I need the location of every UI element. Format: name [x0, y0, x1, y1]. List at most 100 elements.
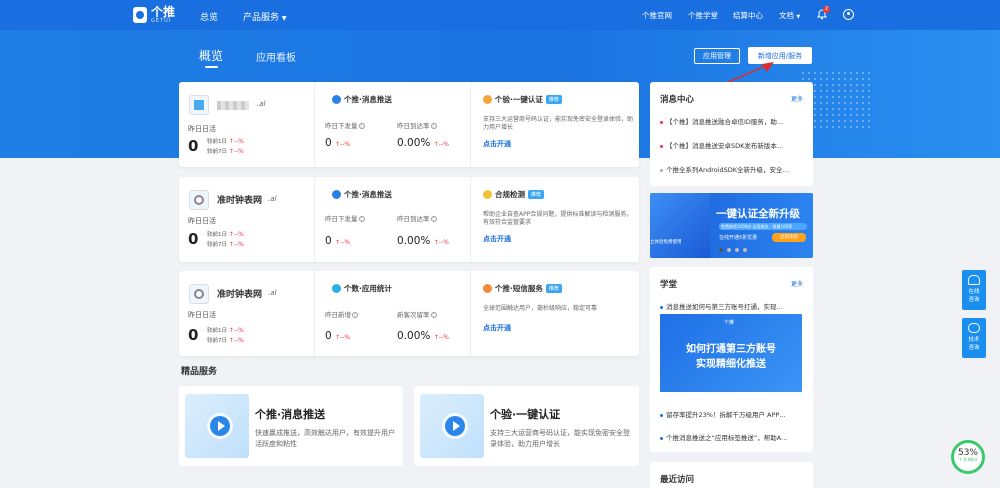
service-title[interactable]: 个验·一键认证 推荐	[483, 94, 562, 105]
carousel-dot[interactable]	[743, 248, 747, 252]
nav-docs[interactable]: 文档 ▼	[779, 10, 800, 21]
stat2-label: 新客次留率?	[397, 309, 437, 319]
service-title-label: 个验·一键认证	[495, 95, 543, 104]
recommended-service: 个推·短信服务 推荐 全球范围触达用户，毫秒级响应，稳定可靠 点击开通	[470, 271, 639, 356]
help-icon[interactable]: ?	[358, 123, 365, 129]
app-tag: .al	[268, 289, 277, 297]
carousel-dots	[719, 248, 747, 252]
logo-icon	[133, 7, 147, 23]
activate-link[interactable]: 点击开通	[483, 323, 511, 333]
stat1-number: 0	[325, 330, 332, 342]
service-title[interactable]: 个推·短信服务 推荐	[483, 283, 562, 294]
compare-1-day: 较前1日 ↑--%	[207, 326, 244, 334]
nav-getui-academy[interactable]: 个推学堂	[688, 10, 718, 21]
app-card-1: .al 昨日日活 0 较前1日 ↑--% 较前7日 ↑--% 个推·消息推送 昨…	[179, 82, 639, 167]
article-cover-image[interactable]: 个推 如何打通第三方账号 实现精细化推送	[660, 314, 802, 392]
float-label-1: 技术	[968, 337, 980, 343]
app-management-button[interactable]: 应用管理	[694, 48, 740, 64]
help-icon[interactable]: ?	[430, 216, 437, 222]
try-now-button[interactable]: 立即体验	[772, 233, 806, 242]
service-card-auth[interactable]: 个验·一键认证 支持三大运营商号码认证，能实现免密安全登录体验，助力用户增长	[414, 386, 639, 466]
stat2-label-text: 昨日到达率	[397, 215, 430, 223]
service-card-push[interactable]: 个推·消息推送 快速赢成推送，高效触达用户，有效提升用户活跃度和粘性	[179, 386, 403, 466]
caret-down-icon: ▼	[796, 14, 801, 20]
recommended-service: 合规检测 推荐 帮助企业自查APP合规问题，提供标准解读与检测服务，有效符合监管要…	[470, 177, 639, 262]
online-consult-button[interactable]: 在线 咨询	[962, 270, 986, 310]
nav-products[interactable]: 产品服务 ▼	[243, 10, 287, 23]
article-item[interactable]: 消息推送如何与第三方账号打通，实现…	[660, 301, 805, 311]
active-users-value: 0	[188, 230, 199, 248]
stat2-label-text: 新客次留率	[397, 311, 430, 319]
nav-overview[interactable]: 总览	[200, 10, 218, 23]
messages-more-link[interactable]: 更多	[791, 94, 803, 103]
service-card-description: 快速赢成推送，高效触达用户，有效提升用户活跃度和粘性	[255, 429, 395, 448]
product-stats: 个数·应用统计 昨日新增? 0 ↑--% 新客次留率? 0.00% ↑--%	[314, 271, 470, 356]
service-card-description: 支持三大运营商号码认证，能实现免密安全登录体验，助力用户增长	[490, 429, 630, 448]
banner-title: 一键认证全新升级	[716, 208, 800, 220]
product-title[interactable]: 个数·应用统计	[332, 283, 392, 294]
activate-link[interactable]: 点击开通	[483, 139, 511, 149]
bell-icon[interactable]: 2	[816, 6, 831, 20]
tech-consult-button[interactable]: 技术 咨询	[962, 318, 986, 358]
carousel-dot[interactable]	[719, 248, 723, 252]
cover-title-line1: 如何打通第三方账号	[686, 344, 776, 355]
add-app-service-button[interactable]: 新增应用/服务	[748, 47, 812, 64]
getui-logo[interactable]: 个推 GETUI	[133, 6, 175, 24]
active-users-label: 昨日日活	[188, 217, 216, 225]
app-card-2: 准时钟表网 .al 昨日日活 0 较前1日 ↑--% 较前7日 ↑--% 个推·…	[179, 177, 639, 262]
active-tab-indicator	[205, 66, 218, 68]
stat1-label-text: 昨日下发量	[325, 215, 358, 223]
speed-percent: 53%	[957, 448, 978, 458]
carousel-dot[interactable]	[727, 248, 731, 252]
nav-getui-website[interactable]: 个推官网	[642, 10, 672, 21]
stat1-value: 0 ↑--%	[325, 137, 350, 149]
stat2-value: 0.00% ↑--%	[397, 330, 449, 342]
compare-7-day-label: 较前7日	[207, 242, 227, 248]
unread-dot	[660, 144, 663, 148]
compliance-icon	[483, 190, 492, 199]
message-item[interactable]: 【个推】消息推送融合卓信ID服务，助…	[660, 116, 805, 126]
app-tag: .al	[268, 195, 277, 203]
user-avatar-icon[interactable]	[843, 9, 854, 20]
stat2-label-text: 昨日到达率	[397, 122, 430, 130]
product-title-label: 个推·消息推送	[344, 95, 392, 104]
message-center: 消息中心 更多 【个推】消息推送融合卓信ID服务，助… 【个推】消息推送安卓SD…	[650, 82, 813, 186]
activate-link[interactable]: 点击开通	[483, 234, 511, 244]
clock-app-icon	[189, 284, 209, 304]
stat2-number: 0.00%	[397, 235, 431, 247]
service-card-title: 个验·一键认证	[490, 408, 561, 421]
compare-7-day: 较前7日 ↑--%	[207, 336, 244, 344]
logo-subtext: GETUI	[151, 18, 172, 24]
play-icon[interactable]	[210, 416, 230, 436]
help-icon[interactable]: ?	[430, 123, 437, 129]
delta-value: --%	[438, 239, 449, 246]
service-title[interactable]: 合规检测 推荐	[483, 189, 545, 200]
stat2-value: 0.00% ↑--%	[397, 137, 449, 149]
help-icon[interactable]: ?	[352, 312, 358, 318]
article-item[interactable]: 个推消息推送之“应用标签推送”，帮助A…	[660, 432, 805, 442]
tab-app-dashboard[interactable]: 应用看板	[256, 49, 296, 64]
message-item[interactable]: 个推全系列AndroidSDK全新升级，安全…	[660, 164, 805, 174]
help-icon[interactable]: ?	[430, 312, 437, 318]
play-icon[interactable]	[445, 416, 465, 436]
active-users-label: 昨日日活	[188, 125, 216, 133]
nav-billing-center[interactable]: 结算中心	[733, 10, 763, 21]
compare-1-day-label: 较前1日	[207, 232, 227, 238]
article-item[interactable]: 留存率提升23%！拆解千万级用户 APP…	[660, 409, 805, 419]
carousel-dot[interactable]	[735, 248, 739, 252]
compare-1-day: 较前1日 ↑--%	[207, 230, 244, 238]
product-title[interactable]: 个推·消息推送	[332, 189, 392, 200]
app-icon	[189, 95, 209, 115]
product-title[interactable]: 个推·消息推送	[332, 94, 392, 105]
help-icon[interactable]: ?	[358, 216, 365, 222]
message-text: 【个推】消息推送安卓SDK发布新版本…	[666, 142, 784, 150]
service-description: 支持三大运营商号码认证，能实现免密安全登录体验，助力用户增长	[483, 116, 634, 131]
nav-docs-label: 文档	[779, 11, 794, 20]
tab-overview[interactable]: 概览	[199, 47, 223, 64]
message-item[interactable]: 【个推】消息推送安卓SDK发布新版本…	[660, 140, 805, 150]
push-icon	[332, 95, 341, 104]
network-speed-widget[interactable]: 53% ↑ 0.8K/s	[951, 440, 985, 474]
learning-more-link[interactable]: 更多	[791, 279, 803, 288]
stat1-label-text: 昨日新增	[325, 311, 351, 319]
delta-value: --%	[340, 334, 351, 341]
